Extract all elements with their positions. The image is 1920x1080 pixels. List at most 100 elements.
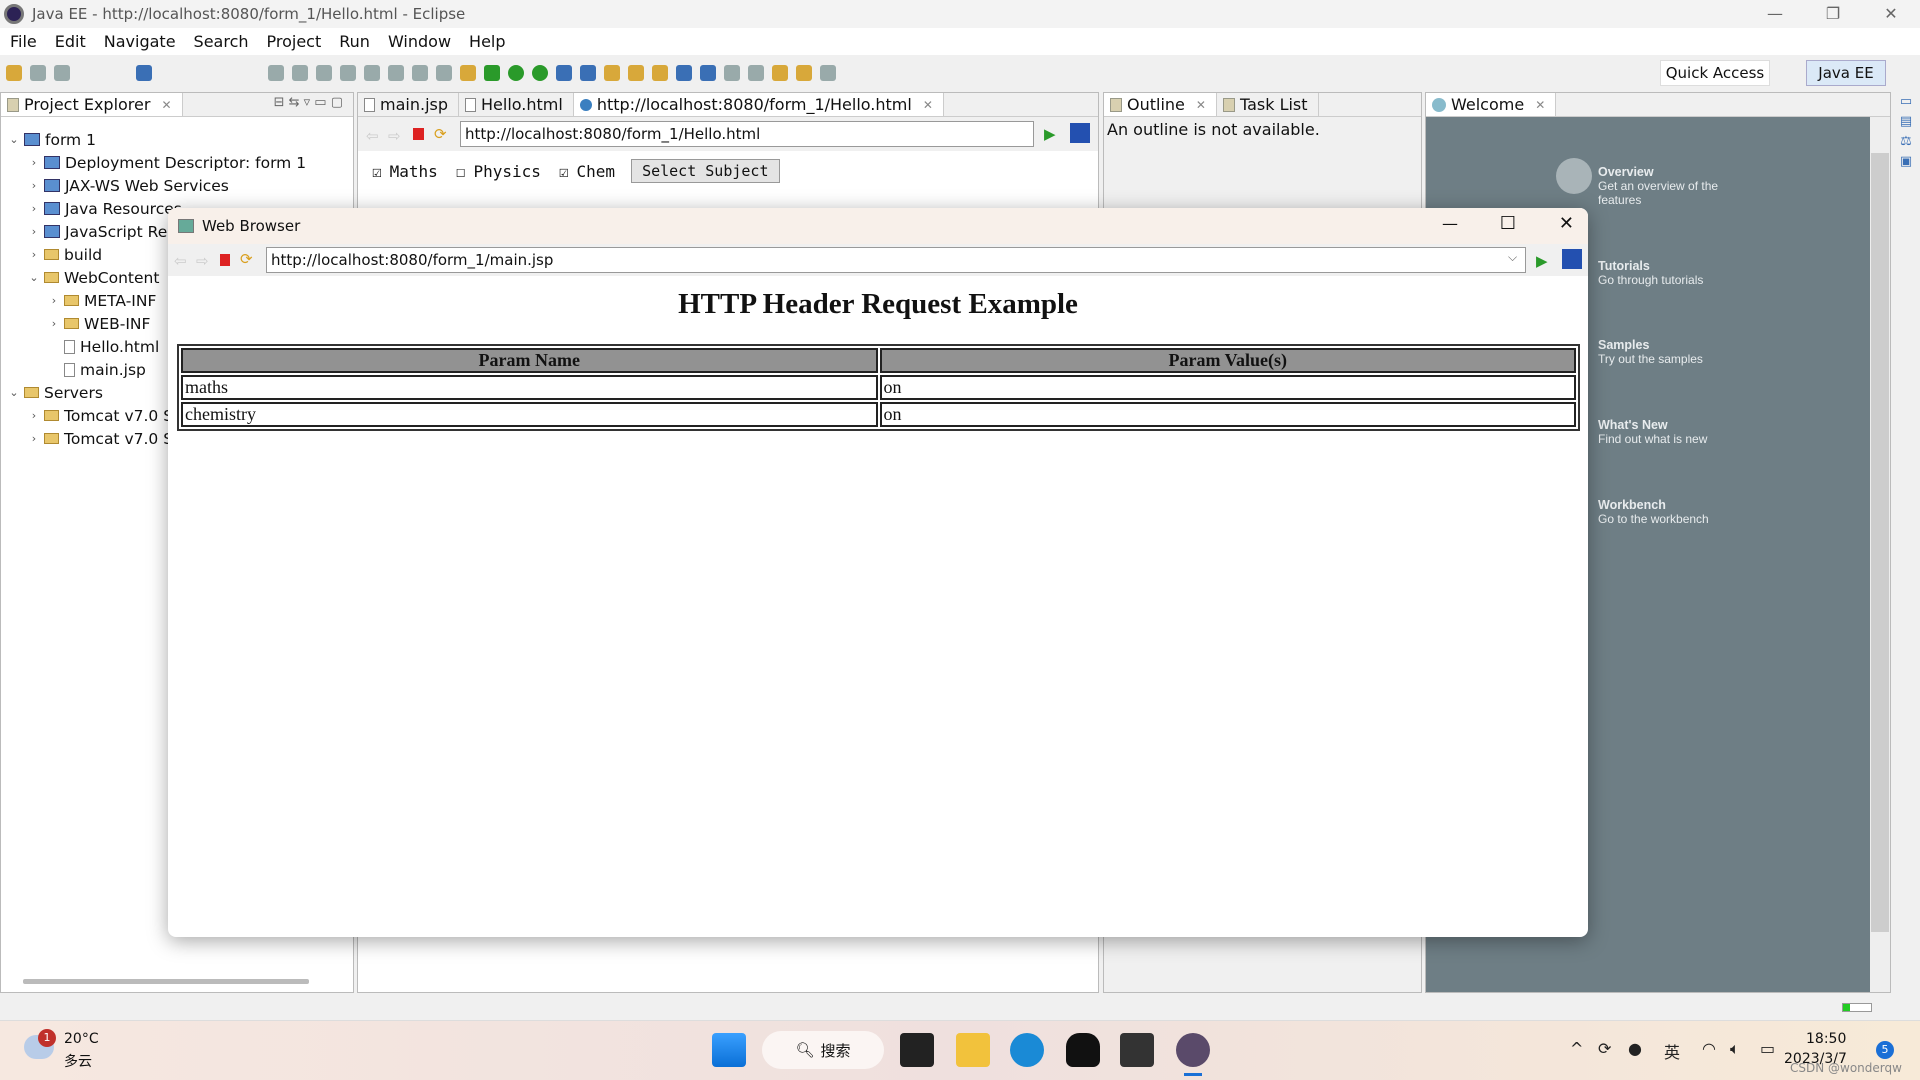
refresh-icon[interactable]: ⟳ [240, 250, 254, 268]
chevron-icon[interactable]: › [29, 225, 39, 238]
open-task-icon[interactable] [628, 65, 644, 81]
chevron-icon[interactable]: ⌄ [9, 386, 19, 399]
clock-time[interactable]: 18:50 [1806, 1031, 1846, 1047]
tree-item[interactable]: ⌄ Servers [9, 381, 103, 404]
close-icon[interactable]: ✕ [1196, 98, 1206, 112]
go-icon[interactable]: ▶ [1536, 252, 1550, 270]
minimize-button[interactable]: — [1442, 214, 1458, 233]
quick-access-input[interactable]: Quick Access [1660, 60, 1770, 86]
chevron-icon[interactable]: › [49, 317, 59, 330]
tree-item[interactable]: › Deployment Descriptor: form 1 [29, 151, 306, 174]
show-hidden-icons-icon[interactable]: ^ [1570, 1039, 1583, 1058]
tab-main-jsp[interactable]: main.jsp [358, 93, 459, 116]
close-button[interactable]: ✕ [1559, 213, 1574, 234]
tree-item[interactable]: › Java Resources [29, 197, 182, 220]
forward-icon[interactable]: ⇨ [388, 127, 402, 145]
welcome-overview[interactable]: Overview Get an overview of the features [1598, 165, 1728, 207]
terminate-icon[interactable] [340, 65, 356, 81]
view-menu-icons[interactable]: ⊟ ⇆ ▿ ▭ ▢ [274, 95, 343, 110]
chevron-icon[interactable]: › [29, 202, 39, 215]
last-edit-icon[interactable] [772, 65, 788, 81]
chem-checkbox[interactable]: ☑ [559, 162, 569, 181]
save-icon[interactable] [30, 65, 46, 81]
prev-annotation-icon[interactable] [748, 65, 764, 81]
go-icon[interactable]: ▶ [1044, 125, 1058, 143]
search-box[interactable]: 🔍︎ 搜索 [762, 1031, 884, 1069]
terminal-icon[interactable] [136, 65, 152, 81]
welcome-whats-new[interactable]: What's New Find out what is new [1598, 418, 1728, 446]
close-icon[interactable]: ✕ [1535, 98, 1545, 112]
run-icon[interactable] [508, 65, 524, 81]
qq-icon[interactable] [1066, 1033, 1100, 1067]
back-icon[interactable]: ⇦ [366, 127, 380, 145]
url-dropdown-icon[interactable]: ⌵ [1508, 250, 1517, 265]
chevron-icon[interactable]: ⌄ [29, 271, 39, 284]
web-service-icon[interactable] [580, 65, 596, 81]
edge-icon[interactable] [1010, 1033, 1044, 1067]
eclipse-icon[interactable] [1176, 1033, 1210, 1067]
welcome-workbench[interactable]: Workbench Go to the workbench [1598, 498, 1728, 526]
qq-tray-icon[interactable]: ● [1628, 1039, 1642, 1058]
battery-icon[interactable]: ▭ [1760, 1039, 1775, 1058]
tab-welcome[interactable]: Welcome ✕ [1426, 93, 1557, 116]
run-server-icon[interactable] [532, 65, 548, 81]
step-return-icon[interactable] [436, 65, 452, 81]
chevron-icon[interactable]: ⌄ [9, 133, 19, 146]
start-windows-icon[interactable] [712, 1033, 746, 1067]
perspective-java-ee[interactable]: Java EE [1806, 60, 1886, 86]
close-button[interactable]: ✕ [1862, 0, 1920, 28]
step-over-icon[interactable] [412, 65, 428, 81]
chevron-icon[interactable]: › [49, 294, 59, 307]
tab-task-list[interactable]: Task List [1217, 93, 1319, 116]
tree-item[interactable]: › JAX-WS Web Services [29, 174, 229, 197]
maximize-button[interactable]: ☐ [1500, 213, 1516, 234]
new-server-icon[interactable] [556, 65, 572, 81]
physics-checkbox[interactable]: ☐ [456, 162, 466, 181]
chevron-icon[interactable]: › [29, 409, 39, 422]
tab-outline[interactable]: Outline ✕ [1104, 93, 1217, 116]
trim-stack-icons[interactable]: ▭ ▤ ⚖ ▣ [1894, 92, 1918, 172]
tree-item[interactable]: › WEB-INF [49, 312, 151, 335]
chevron-icon[interactable]: › [29, 156, 39, 169]
tree-item[interactable]: › META-INF [49, 289, 157, 312]
select-subject-button[interactable]: Select Subject [631, 159, 780, 183]
stop-icon[interactable] [220, 254, 230, 266]
chevron-icon[interactable]: › [29, 179, 39, 192]
web-browser-icon[interactable] [676, 65, 692, 81]
eclipse-browser-icon[interactable] [1562, 249, 1582, 269]
search-icon[interactable] [652, 65, 668, 81]
save-all-icon[interactable] [54, 65, 70, 81]
tree-item[interactable]: ⌄ form 1 [9, 128, 96, 151]
tab-browser-hello[interactable]: http://localhost:8080/form_1/Hello.html ✕ [573, 93, 944, 116]
vertical-scrollbar[interactable] [1870, 117, 1890, 992]
disconnect-icon[interactable] [364, 65, 380, 81]
chevron-icon[interactable]: › [29, 248, 39, 261]
chevron-icon[interactable]: › [29, 432, 39, 445]
stop-icon[interactable] [413, 128, 424, 140]
maths-checkbox[interactable]: ☑ [372, 162, 382, 181]
menu-help[interactable]: Help [469, 32, 505, 51]
welcome-tutorials[interactable]: Tutorials Go through tutorials [1598, 259, 1728, 287]
skip-breakpoints-icon[interactable] [268, 65, 284, 81]
suspend-icon[interactable] [316, 65, 332, 81]
sync-icon[interactable]: ⟳ [1598, 1039, 1611, 1058]
refresh-icon[interactable]: ⟳ [434, 125, 448, 143]
back-icon[interactable] [796, 65, 812, 81]
new-icon[interactable] [6, 65, 22, 81]
file-explorer-icon[interactable] [956, 1033, 990, 1067]
eclipse-browser-icon[interactable] [1070, 123, 1090, 143]
deploy-icon[interactable] [700, 65, 716, 81]
debug-icon[interactable] [484, 65, 500, 81]
task-view-icon[interactable] [900, 1033, 934, 1067]
tree-item[interactable]: › build [29, 243, 102, 266]
menu-navigate[interactable]: Navigate [104, 32, 176, 51]
notification-badge[interactable]: 5 [1876, 1041, 1894, 1059]
resume-icon[interactable] [292, 65, 308, 81]
forward-icon[interactable] [820, 65, 836, 81]
minimize-button[interactable]: — [1746, 0, 1804, 28]
menu-window[interactable]: Window [388, 32, 451, 51]
menu-search[interactable]: Search [194, 32, 249, 51]
close-icon[interactable]: ✕ [161, 98, 171, 112]
forward-icon[interactable]: ⇨ [196, 252, 210, 270]
tab-hello-html[interactable]: Hello.html [459, 93, 574, 116]
